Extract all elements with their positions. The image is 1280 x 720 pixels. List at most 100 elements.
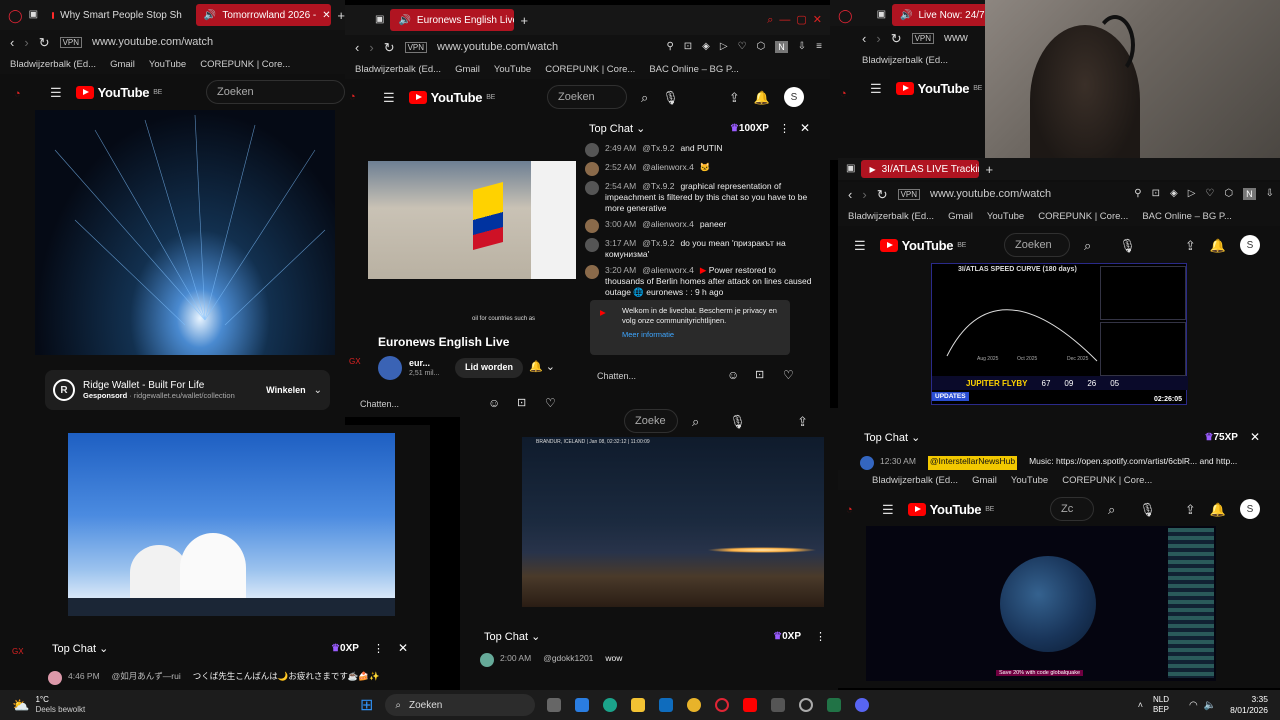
vpn-badge[interactable]: VPN xyxy=(404,41,428,53)
shield-icon[interactable]: ◈ xyxy=(702,42,710,52)
snapshot-icon[interactable]: ⊡ xyxy=(684,42,692,52)
tab-euronews[interactable]: 🔊 Euronews English Live xyxy=(390,9,515,31)
gx-icon[interactable]: GX xyxy=(12,647,24,656)
extensions-icon[interactable]: ⬡ xyxy=(1224,189,1233,199)
address-field[interactable]: www xyxy=(944,32,968,44)
chrome-icon[interactable] xyxy=(687,698,702,712)
history-icon[interactable]: ◔ xyxy=(14,88,21,100)
vpn-badge[interactable]: VPN xyxy=(59,36,83,48)
reload-icon[interactable]: ↻ xyxy=(384,41,395,54)
tab-tomorrowland[interactable]: 🔊 Tomorrowland 2026 - ✕ xyxy=(195,4,332,26)
search-icon[interactable]: ⌕ xyxy=(1084,239,1091,252)
ad-banner[interactable]: R Ridge Wallet - Built For Life Gesponso… xyxy=(45,370,330,410)
chat-input[interactable]: Chatten... xyxy=(597,371,636,381)
search-icon[interactable]: ⌕ xyxy=(692,415,699,428)
vpn-badge[interactable]: VPN xyxy=(897,188,921,200)
bookmark-corepunk[interactable]: COREPUNK | Core... xyxy=(200,59,290,70)
taskbar-search[interactable]: ⌕ Zoeken xyxy=(385,694,536,716)
bookmark-gmail[interactable]: Gmail xyxy=(948,211,973,222)
menu-icon[interactable]: ☰ xyxy=(383,91,395,104)
excel-icon[interactable] xyxy=(827,698,842,712)
youtube-app-icon[interactable] xyxy=(743,698,758,712)
window-icon[interactable]: ▣ xyxy=(877,10,886,20)
bookmark-folder[interactable]: Bladwijzerbalk (Ed... xyxy=(10,59,96,70)
observatory-video[interactable] xyxy=(68,433,395,616)
close-icon[interactable]: ✕ xyxy=(398,641,408,655)
profile-icon[interactable]: N xyxy=(775,41,788,53)
menu-icon[interactable]: ☰ xyxy=(882,503,894,516)
forward-icon[interactable]: › xyxy=(876,32,880,45)
bookmark-gmail[interactable]: Gmail xyxy=(110,59,135,70)
clock[interactable]: 3:35 8/01/2026 xyxy=(1230,694,1268,716)
close-icon[interactable]: ✕ xyxy=(1250,430,1260,444)
search-icon[interactable]: ⌕ xyxy=(1108,503,1115,516)
channel-avatar[interactable] xyxy=(378,356,402,380)
xp-badge[interactable]: ♛0XP xyxy=(331,643,359,654)
start-icon[interactable]: ⊞ xyxy=(360,695,373,715)
heart-icon[interactable]: ♡ xyxy=(1205,189,1214,199)
xp-badge[interactable]: ♛100XP xyxy=(730,123,769,134)
new-tab-icon[interactable]: + xyxy=(985,163,993,176)
window-icon[interactable]: ▣ xyxy=(846,164,855,174)
opera-icon[interactable]: ◯ xyxy=(838,9,853,22)
search-input[interactable]: Zoeke xyxy=(624,409,678,433)
mic-icon[interactable]: 🎙 xyxy=(662,91,679,104)
bookmark-corepunk[interactable]: COREPUNK | Core... xyxy=(1038,211,1128,222)
search-icon[interactable]: ⌕ xyxy=(641,91,648,104)
chevron-down-icon[interactable]: ⌄ xyxy=(314,385,322,396)
earthquake-video[interactable]: Save 20% with code globalquake xyxy=(866,526,1216,681)
new-tab-icon[interactable]: + xyxy=(337,9,345,22)
search-input[interactable]: Zoeken xyxy=(546,85,627,109)
volume-icon[interactable]: 🔈 xyxy=(1204,700,1216,711)
more-info-link[interactable]: Meer informatie xyxy=(622,330,782,340)
snapshot-icon[interactable]: ⊡ xyxy=(1152,189,1160,199)
outlook-icon[interactable] xyxy=(659,698,674,712)
bell-icon[interactable]: 🔔 xyxy=(1210,503,1226,516)
chat-mode-dropdown[interactable]: Top Chat ⌄ xyxy=(589,122,645,135)
xp-badge[interactable]: ♛0XP xyxy=(773,631,801,642)
bookmark-gmail[interactable]: Gmail xyxy=(455,64,480,75)
youtube-logo[interactable]: YouTube BE xyxy=(879,238,966,253)
emoji-icon[interactable]: ☺ xyxy=(727,368,739,382)
menu-icon[interactable]: ☰ xyxy=(854,239,866,252)
weather-widget[interactable]: ⛅ 1°C Deels bewolkt xyxy=(0,695,200,715)
forward-icon[interactable]: › xyxy=(24,36,28,49)
folder-icon[interactable] xyxy=(631,698,646,712)
bookmark-gmail[interactable]: Gmail xyxy=(972,475,997,486)
more-options-icon[interactable]: ⋮ xyxy=(779,122,790,135)
bookmark-folder[interactable]: Bladwijzerbalk (Ed... xyxy=(848,211,934,222)
menu-icon[interactable]: ☰ xyxy=(50,86,62,99)
search-input[interactable]: Zoeken xyxy=(1003,233,1070,257)
close-icon[interactable]: ✕ xyxy=(800,121,810,135)
bookmark-youtube[interactable]: YouTube xyxy=(149,59,186,70)
back-icon[interactable]: ‹ xyxy=(10,36,14,49)
mic-icon[interactable]: 🎙 xyxy=(1139,503,1156,516)
address-field[interactable]: www.youtube.com/watch xyxy=(930,188,1051,200)
euronews-video[interactable] xyxy=(368,161,576,279)
vpn-badge[interactable]: VPN xyxy=(911,32,935,44)
share-icon[interactable]: ⇪ xyxy=(797,415,808,428)
opera-icon[interactable]: ◯ xyxy=(8,9,23,22)
avatar[interactable]: S xyxy=(784,87,804,107)
bell-icon[interactable]: 🔔 xyxy=(754,91,770,104)
edge-icon[interactable] xyxy=(603,698,618,712)
back-icon[interactable]: ‹ xyxy=(355,41,359,54)
menu-icon[interactable]: ☰ xyxy=(870,82,882,95)
gx-icon[interactable]: GX xyxy=(349,357,361,366)
reload-icon[interactable]: ↻ xyxy=(39,36,50,49)
xp-badge[interactable]: ♛75XP xyxy=(1205,432,1238,443)
ad-shop-button[interactable]: Winkelen xyxy=(266,385,305,395)
history-icon[interactable]: ◔ xyxy=(840,88,847,100)
back-icon[interactable]: ‹ xyxy=(862,32,866,45)
settings-icon[interactable] xyxy=(799,698,814,712)
below-chat-placeholder[interactable]: Chatten... xyxy=(360,399,399,409)
concert-video[interactable] xyxy=(35,110,335,355)
history-icon[interactable]: ◔ xyxy=(349,91,356,103)
share-icon[interactable]: ⇪ xyxy=(1185,239,1196,252)
send-icon[interactable]: ▷ xyxy=(720,42,728,52)
maximize-icon[interactable]: ▢ xyxy=(796,14,806,26)
discord-icon[interactable] xyxy=(855,698,870,712)
history-icon[interactable]: ◔ xyxy=(846,504,853,516)
search-input[interactable]: Zoeken xyxy=(205,80,345,104)
menu-lines-icon[interactable]: ≡ xyxy=(816,42,822,52)
